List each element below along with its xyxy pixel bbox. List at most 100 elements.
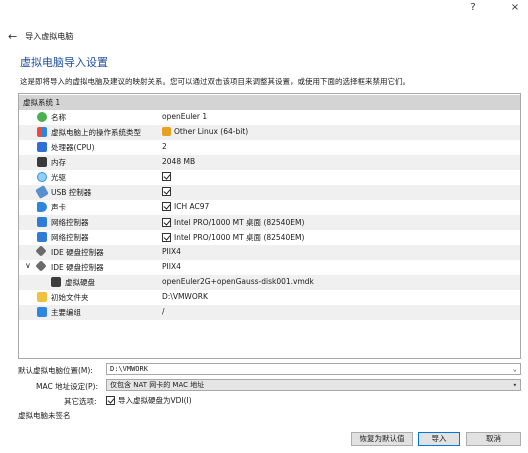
chevron-down-icon: ⌄ bbox=[512, 365, 517, 373]
tree-row-value[interactable]: Intel PRO/1000 MT 桌面 (82540EM) bbox=[162, 217, 304, 228]
tree-row-value[interactable]: Intel PRO/1000 MT 桌面 (82540EM) bbox=[162, 232, 304, 243]
tree-row-label: IDE 硬盘控制器 bbox=[51, 248, 104, 257]
tree-row[interactable]: 网络控制器 Intel PRO/1000 MT 桌面 (82540EM) bbox=[19, 230, 520, 245]
tree-row-value[interactable]: D:\VMWORK bbox=[162, 292, 208, 301]
wizard-nav: ← 导入虚拟电脑 bbox=[8, 30, 73, 43]
ide-controller-icon bbox=[35, 260, 47, 272]
tree-row-value-text: 2048 MB bbox=[162, 157, 196, 166]
tree-row-value[interactable]: Other Linux (64-bit) bbox=[162, 127, 248, 136]
tree-root-label: 虚拟系统 1 bbox=[23, 98, 61, 107]
enable-checkbox[interactable] bbox=[162, 218, 171, 227]
page-title: 虚拟电脑导入设置 bbox=[20, 56, 108, 69]
tree-row-label: 初始文件夹 bbox=[51, 293, 89, 302]
close-button[interactable]: × bbox=[508, 2, 522, 13]
tree-row-label: 光驱 bbox=[51, 173, 66, 182]
tree-row[interactable]: 声卡 ICH AC97 bbox=[19, 200, 520, 215]
cpu-icon bbox=[37, 142, 47, 152]
tree-row-label: 处理器(CPU) bbox=[51, 143, 95, 152]
tree-row-value[interactable]: ICH AC97 bbox=[162, 202, 209, 211]
default-folder-value: D:\VMWORK bbox=[110, 365, 148, 373]
tree-row[interactable]: 主要编组 / bbox=[19, 305, 520, 320]
tree-row[interactable]: 内存 2048 MB bbox=[19, 155, 520, 170]
ide-controller-icon bbox=[35, 245, 47, 257]
os-type-icon bbox=[37, 127, 47, 137]
virtual-disk-icon bbox=[51, 277, 61, 287]
tree-row-value[interactable]: 2048 MB bbox=[162, 157, 195, 166]
tree-row-value-text: ICH AC97 bbox=[174, 202, 210, 211]
network-icon bbox=[37, 217, 47, 227]
tree-row-value-text: PIIX4 bbox=[162, 247, 181, 256]
tree-row[interactable]: 处理器(CPU) 2 bbox=[19, 140, 520, 155]
mac-policy-select[interactable]: 仅包含 NAT 网卡的 MAC 地址 ▾ bbox=[106, 379, 521, 391]
tree-row-label: 内存 bbox=[51, 158, 66, 167]
group-icon bbox=[37, 307, 47, 317]
appliance-settings-tree[interactable]: 虚拟系统 1 名称 openEuler 1 虚拟电脑上的操作系统类型 Other Li… bbox=[18, 93, 521, 359]
tree-row-value[interactable]: 2 bbox=[162, 142, 167, 151]
tree-row-label: 虚拟硬盘 bbox=[65, 278, 95, 287]
tree-row-value-text: 2 bbox=[162, 142, 167, 151]
default-folder-label: 默认虚拟电脑位置(M): bbox=[18, 366, 93, 375]
tree-row[interactable]: 名称 openEuler 1 bbox=[19, 110, 520, 125]
network-icon bbox=[37, 232, 47, 242]
sound-card-icon bbox=[37, 202, 47, 212]
memory-icon bbox=[37, 157, 47, 167]
tree-row-value[interactable] bbox=[162, 172, 174, 181]
tree-row-label: 名称 bbox=[51, 113, 66, 122]
optical-drive-icon bbox=[37, 172, 47, 182]
usb-icon bbox=[35, 185, 49, 199]
import-vdi-option[interactable]: 导入虚拟硬盘为VDI(I) bbox=[106, 395, 192, 406]
tree-row-value[interactable] bbox=[162, 187, 174, 196]
wizard-nav-title: 导入虚拟电脑 bbox=[25, 32, 74, 41]
tree-row-value-text: / bbox=[162, 307, 165, 316]
enable-checkbox[interactable] bbox=[162, 233, 171, 242]
enable-checkbox[interactable] bbox=[162, 202, 171, 211]
page-description: 这是即将导入的虚拟电脑及建议的映射关系。您可以通过双击该项目来调整其设置，或使用… bbox=[20, 77, 410, 86]
restore-defaults-button[interactable]: 恢复为默认值 bbox=[351, 432, 413, 446]
tree-row[interactable]: 初始文件夹 D:\VMWORK bbox=[19, 290, 520, 305]
tree-row[interactable]: 光驱 bbox=[19, 170, 520, 185]
tree-row-value[interactable]: PIIX4 bbox=[162, 262, 181, 271]
os-flag-icon bbox=[162, 127, 171, 136]
tree-row[interactable]: 虚拟电脑上的操作系统类型 Other Linux (64-bit) bbox=[19, 125, 520, 140]
tree-row-label: 主要编组 bbox=[51, 308, 81, 317]
tree-row-value-text: Other Linux (64-bit) bbox=[174, 127, 249, 136]
expand-chevron-icon[interactable]: ∨ bbox=[25, 261, 31, 270]
other-options-label: 其它选项: bbox=[64, 397, 97, 406]
tree-row[interactable]: 虚拟硬盘 openEuler2G+openGauss-disk001.vmdk bbox=[19, 275, 520, 290]
tree-row[interactable]: 网络控制器 Intel PRO/1000 MT 桌面 (82540EM) bbox=[19, 215, 520, 230]
tree-row-label: 网络控制器 bbox=[51, 233, 89, 242]
enable-checkbox[interactable] bbox=[162, 187, 171, 196]
mac-policy-value: 仅包含 NAT 网卡的 MAC 地址 bbox=[110, 381, 205, 389]
back-arrow-icon[interactable]: ← bbox=[8, 30, 17, 43]
tree-root[interactable]: 虚拟系统 1 bbox=[19, 95, 520, 110]
tree-row-label: 声卡 bbox=[51, 203, 66, 212]
tree-row-value-text: PIIX4 bbox=[162, 262, 181, 271]
tree-row-value-text: openEuler2G+openGauss-disk001.vmdk bbox=[162, 277, 314, 286]
tree-row-value[interactable]: PIIX4 bbox=[162, 247, 181, 256]
tree-row[interactable]: IDE 硬盘控制器 PIIX4 bbox=[19, 245, 520, 260]
tree-row[interactable]: ∨ IDE 硬盘控制器 PIIX4 bbox=[19, 260, 520, 275]
default-folder-select[interactable]: D:\VMWORK ⌄ bbox=[106, 363, 521, 375]
tree-row-label: USB 控制器 bbox=[51, 188, 92, 197]
import-vdi-label: 导入虚拟硬盘为VDI(I) bbox=[118, 396, 192, 405]
tree-row[interactable]: USB 控制器 bbox=[19, 185, 520, 200]
name-icon bbox=[37, 112, 47, 122]
import-vdi-checkbox[interactable] bbox=[106, 396, 115, 405]
tree-row-value[interactable]: openEuler 1 bbox=[162, 112, 207, 121]
tree-row-label: 虚拟电脑上的操作系统类型 bbox=[51, 128, 141, 137]
signature-status: 虚拟电脑未签名 bbox=[18, 411, 71, 420]
tree-row-value-text: Intel PRO/1000 MT 桌面 (82540EM) bbox=[174, 218, 305, 227]
cancel-button[interactable]: 取消 bbox=[466, 432, 521, 446]
tree-row-value[interactable]: / bbox=[162, 307, 165, 316]
dropdown-arrow-icon: ▾ bbox=[512, 381, 517, 389]
mac-policy-label: MAC 地址设定(P): bbox=[36, 382, 98, 391]
enable-checkbox[interactable] bbox=[162, 172, 171, 181]
tree-row-value-text: Intel PRO/1000 MT 桌面 (82540EM) bbox=[174, 233, 305, 242]
folder-icon bbox=[37, 292, 47, 302]
tree-row-value[interactable]: openEuler2G+openGauss-disk001.vmdk bbox=[162, 277, 314, 286]
tree-row-value-text: D:\VMWORK bbox=[162, 292, 208, 301]
help-button[interactable]: ? bbox=[466, 2, 480, 13]
tree-row-value-text: openEuler 1 bbox=[162, 112, 208, 121]
tree-row-label: 网络控制器 bbox=[51, 218, 89, 227]
import-button[interactable]: 导入 bbox=[418, 432, 460, 446]
